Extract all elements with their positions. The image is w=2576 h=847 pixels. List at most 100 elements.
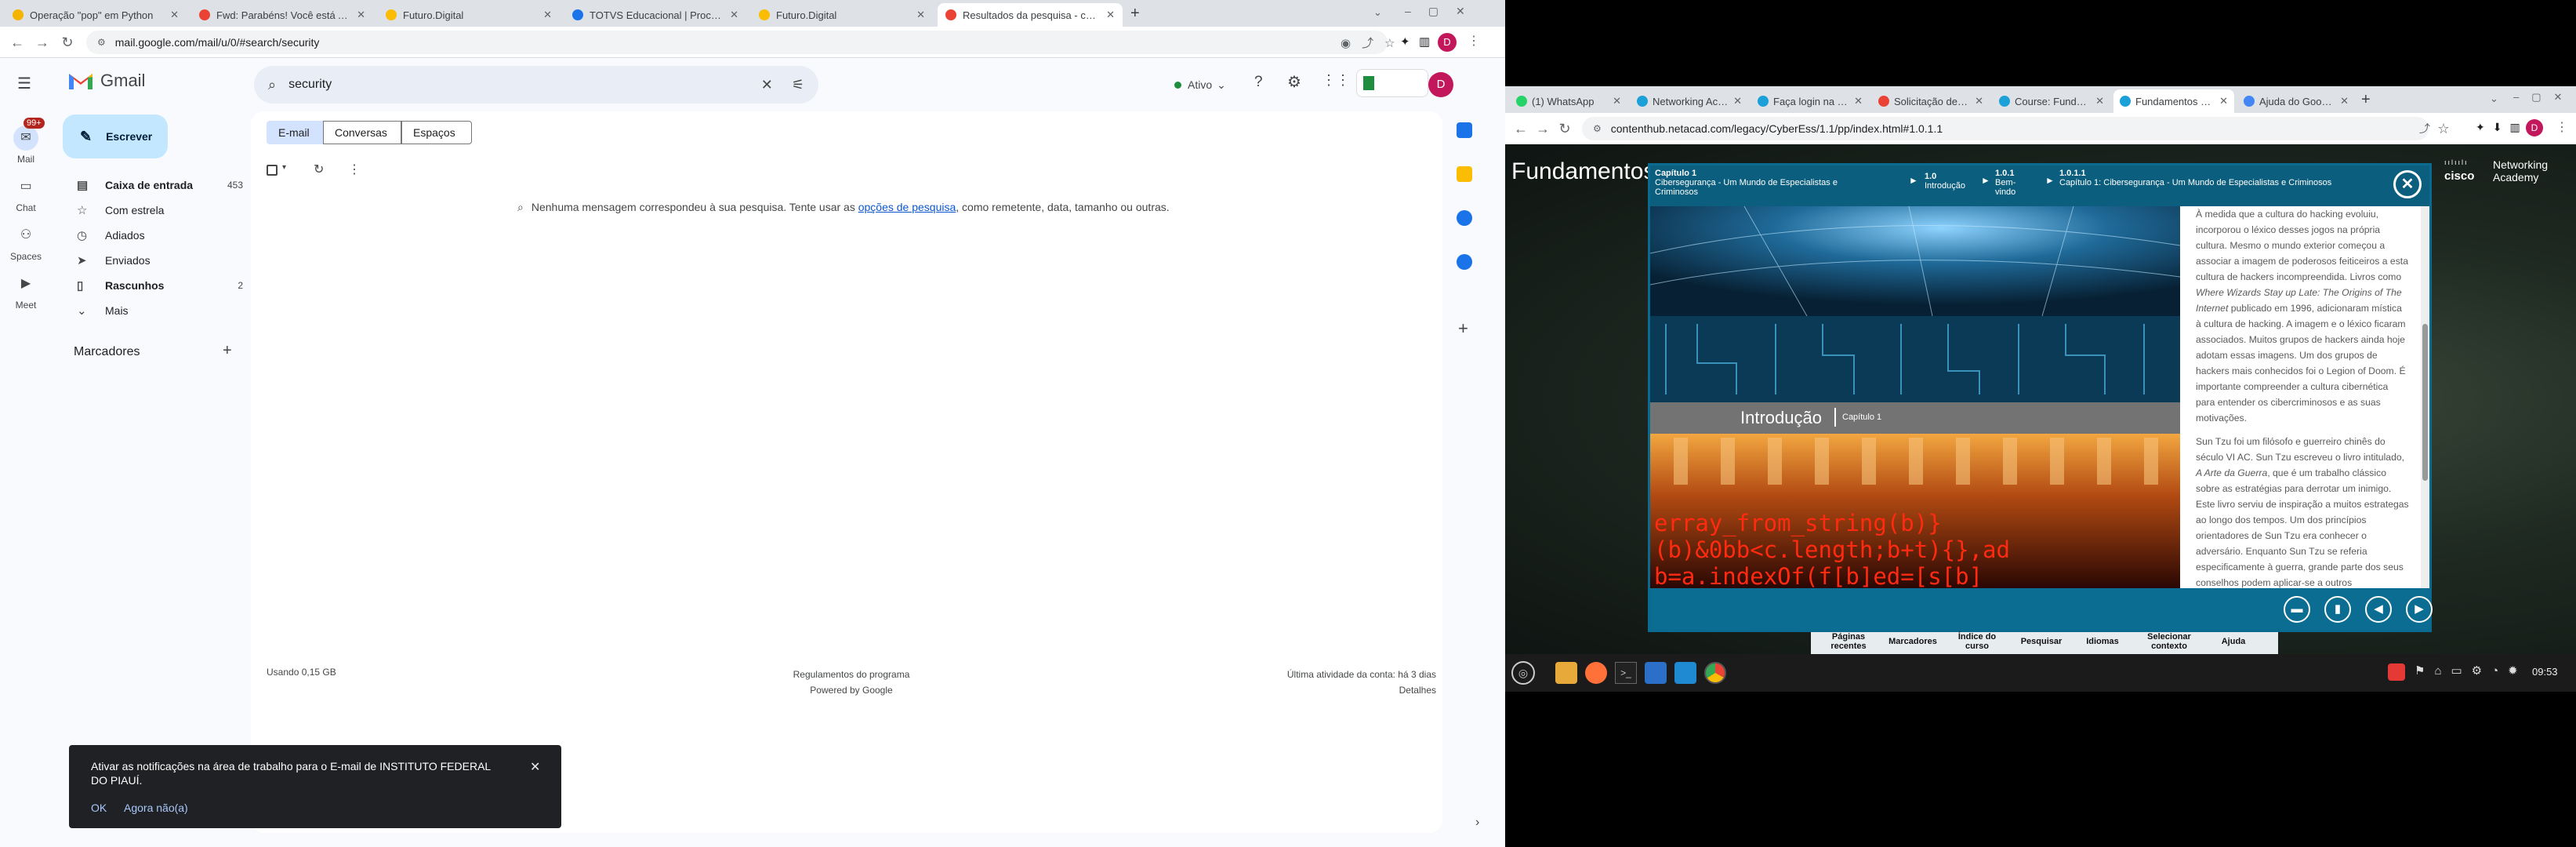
new-tab-button[interactable]: + — [2361, 91, 2371, 109]
refresh-icon[interactable]: ↻ — [314, 162, 324, 177]
search-options-icon[interactable]: ⚟ — [792, 77, 804, 93]
profile-avatar[interactable]: D — [2526, 119, 2543, 136]
close-icon[interactable]: ✕ — [2340, 95, 2349, 107]
breadcrumb-chapter[interactable]: Capítulo 1 Cibersegurança - Um Mundo de E… — [1655, 169, 1867, 197]
close-icon[interactable]: ✕ — [530, 759, 540, 775]
address-bar[interactable]: ⚙ mail.google.com/mail/u/0/#search/securi… — [86, 31, 1388, 54]
close-icon[interactable]: ✕ — [1975, 95, 1983, 107]
toast-later-button[interactable]: Agora não(a) — [124, 802, 188, 814]
compose-button[interactable]: ✎ Escrever — [63, 115, 168, 158]
close-player-icon[interactable]: ✕ — [2393, 170, 2422, 198]
scrollbar-thumb[interactable] — [2422, 324, 2428, 481]
close-icon[interactable]: ✕ — [1613, 95, 1621, 107]
firefox-icon[interactable] — [1585, 662, 1607, 684]
nav-snoozed[interactable]: ◷ Adiados — [63, 223, 243, 248]
close-icon[interactable]: ✕ — [730, 9, 738, 21]
search-options-link[interactable]: opções de pesquisa — [858, 201, 956, 213]
close-icon[interactable]: ✕ — [2219, 95, 2228, 107]
nav-more[interactable]: ⌄ Mais — [63, 298, 243, 323]
start-menu-icon[interactable]: ◎ — [1511, 661, 1535, 685]
calendar-icon[interactable] — [1457, 122, 1472, 138]
files-icon[interactable] — [1555, 662, 1577, 684]
more-options-icon[interactable]: ⋮ — [348, 162, 361, 177]
site-info-icon[interactable]: ⚙ — [97, 37, 106, 48]
menu-search[interactable]: Pesquisar — [2010, 632, 2073, 654]
tab-search-results[interactable]: Resultados da pesquisa - cat... ✕ — [938, 3, 1123, 27]
nav-starred[interactable]: ☆ Com estrela — [63, 198, 243, 223]
tasks-icon[interactable] — [1457, 210, 1472, 226]
tab-search-icon[interactable]: ⌄ — [2490, 93, 2498, 105]
menu-course-index[interactable]: Índice do curso — [1946, 632, 2008, 654]
tab-gmail-fwd[interactable]: Fwd: Parabéns! Você está Al... ✕ — [191, 3, 373, 27]
tab-futuro-digital[interactable]: Futuro.Digital ✕ — [378, 3, 560, 27]
account-avatar[interactable]: D — [1428, 72, 1453, 97]
recording-icon[interactable] — [2388, 663, 2405, 681]
breadcrumb-topic[interactable]: 1.0.1 Bem-vindo — [1995, 169, 2033, 197]
window-controls[interactable]: –▢✕ — [2513, 91, 2574, 104]
chat-bubble-icon[interactable]: ▬ — [2284, 596, 2310, 623]
contacts-icon[interactable] — [1457, 254, 1472, 270]
menu-bookmarks[interactable]: Marcadores — [1881, 632, 1944, 654]
window-controls[interactable]: –▢✕ — [1405, 5, 1482, 18]
next-page-icon[interactable]: ▶ — [2406, 596, 2433, 623]
rail-meet[interactable]: ▶ Meet — [0, 271, 52, 311]
tab-futuro-digital-2[interactable]: Futuro.Digital ✕ — [751, 3, 933, 27]
clear-search-icon[interactable]: ✕ — [761, 77, 773, 93]
details-link[interactable]: Detalhes — [1239, 682, 1436, 698]
search-input[interactable]: security — [288, 78, 761, 92]
keep-icon[interactable] — [1457, 166, 1472, 182]
program-policies-link[interactable]: Regulamentos do programa — [792, 667, 911, 682]
close-icon[interactable]: ✕ — [2095, 95, 2104, 107]
vscode-icon[interactable] — [1674, 662, 1696, 684]
search-bar[interactable]: ⌕ security ✕ ⚟ — [254, 66, 818, 104]
nav-inbox[interactable]: ▤ Caixa de entrada 453 — [63, 173, 243, 198]
toast-ok-button[interactable]: OK — [91, 802, 107, 814]
tab-course[interactable]: Course: Fundam... ✕ — [1993, 89, 2110, 113]
tab-fundamentos[interactable]: Fundamentos d... ✕ — [2113, 89, 2234, 113]
chrome-icon[interactable] — [1704, 662, 1726, 684]
menu-dots-icon[interactable]: ⋮ — [2556, 119, 2568, 135]
omnibox-actions[interactable]: ◉⤴☆ — [1341, 35, 1406, 51]
back-icon[interactable]: ← — [1510, 118, 1532, 140]
menu-help[interactable]: Ajuda — [2206, 632, 2261, 654]
back-icon[interactable]: ← — [6, 31, 28, 53]
search-icon[interactable]: ⌕ — [268, 77, 276, 93]
menu-select-context[interactable]: Selecionar contexto — [2134, 632, 2204, 654]
menu-recent-pages[interactable]: Páginas recentes — [1817, 632, 1880, 654]
close-icon[interactable]: ✕ — [357, 9, 365, 21]
breadcrumb-section[interactable]: 1.0 Introdução — [1925, 172, 1965, 191]
add-label-icon[interactable]: + — [223, 342, 232, 360]
menu-dots-icon[interactable]: ⋮ — [1468, 33, 1480, 49]
bookmark-icon[interactable]: ▮ — [2324, 596, 2351, 623]
tab-whatsapp[interactable]: (1) WhatsApp ✕ — [1510, 89, 1627, 113]
site-info-icon[interactable]: ⚙ — [1593, 123, 1602, 134]
extensions-icon[interactable]: ✦⬇▥ — [2476, 121, 2528, 134]
tab-totvs[interactable]: TOTVS Educacional | Proces... ✕ — [564, 3, 746, 27]
chip-spaces[interactable]: Espaços — [401, 121, 472, 144]
rail-chat[interactable]: ▭ Chat — [0, 174, 52, 213]
close-icon[interactable]: ✕ — [543, 9, 552, 21]
text-scrollbar[interactable] — [2421, 206, 2429, 588]
nav-drafts[interactable]: ▯ Rascunhos 2 — [63, 273, 243, 298]
tab-python-pop[interactable]: Operação "pop" em Python ✕ — [5, 3, 187, 27]
chip-conversations[interactable]: Conversas — [323, 121, 401, 144]
previous-page-icon[interactable]: ◀ — [2365, 596, 2392, 623]
close-icon[interactable]: ✕ — [1106, 9, 1115, 21]
rail-mail[interactable]: ✉ Mail — [0, 125, 52, 165]
select-dropdown-icon[interactable]: ▾ — [282, 163, 286, 172]
nav-sent[interactable]: ➤ Enviados — [63, 248, 243, 273]
terminal-icon[interactable]: >_ — [1615, 662, 1637, 684]
reload-icon[interactable]: ↻ — [1554, 118, 1576, 140]
main-menu-icon[interactable]: ☰ — [17, 74, 31, 93]
tab-login[interactable]: Faça login na C... ✕ — [1751, 89, 1869, 113]
gmail-logo[interactable]: Gmail — [67, 71, 145, 91]
address-bar[interactable]: ⚙ contenthub.netacad.com/legacy/CyberEss/… — [1582, 117, 2429, 140]
system-tray[interactable]: ⚑⌂▭⚙◔✹ — [2415, 663, 2527, 678]
close-icon[interactable]: ✕ — [170, 9, 179, 21]
status-selector[interactable]: Ativo ⌄ — [1166, 72, 1234, 97]
new-tab-button[interactable]: + — [1130, 5, 1140, 23]
rail-spaces[interactable]: ⚇ Spaces — [0, 223, 52, 262]
select-all-checkbox[interactable] — [267, 165, 278, 176]
breadcrumb-page[interactable]: 1.0.1.1 Capítulo 1: Cibersegurança - Um M… — [2059, 169, 2342, 187]
tab-netacad[interactable]: Networking Aca... ✕ — [1631, 89, 1748, 113]
